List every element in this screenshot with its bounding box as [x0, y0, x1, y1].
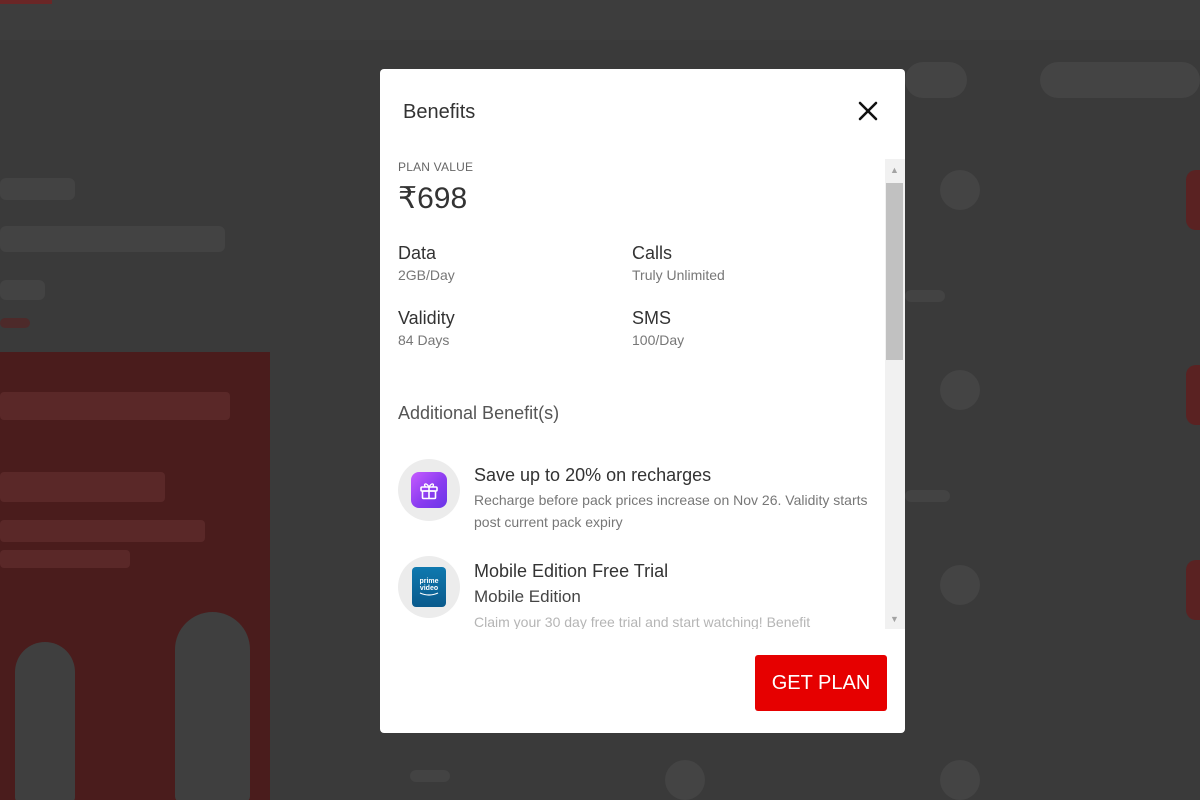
prime-video-icon: prime video [412, 567, 446, 607]
background-text-line [905, 290, 945, 302]
background-dot [940, 760, 980, 800]
background-side-tab [1186, 365, 1200, 425]
background-header [0, 0, 1200, 40]
benefits-scroll-area[interactable]: PLAN VALUE ₹698 Data 2GB/Day Calls Truly… [398, 159, 883, 629]
benefit-title: Mobile Edition Free Trial [474, 561, 669, 581]
additional-benefits-title: Additional Benefit(s) [398, 403, 560, 423]
background-text-line [0, 226, 225, 252]
background-text-line [0, 280, 45, 300]
scroll-up-arrow-icon[interactable]: ▲ [890, 165, 899, 175]
spec-validity-label: Validity [398, 308, 455, 328]
background-side-tab [1186, 560, 1200, 620]
gift-icon [411, 472, 447, 508]
spec-data-label: Data [398, 243, 437, 263]
video-icon-text: video [419, 584, 439, 592]
background-dot [940, 170, 980, 210]
background-nav-pill [905, 62, 967, 98]
background-promo-banner [0, 352, 270, 800]
scrollbar-thumb[interactable] [886, 183, 903, 360]
background-dot [665, 760, 705, 800]
benefit-description: Claim your 30 day free trial and start w… [474, 614, 811, 629]
spec-sms-value: 100/Day [632, 332, 685, 348]
background-dot [940, 370, 980, 410]
benefits-modal: Benefits PLAN VALUE ₹698 Data 2GB/Day Ca… [380, 69, 905, 733]
get-plan-button[interactable]: GET PLAN [755, 655, 887, 711]
background-text-line [905, 490, 950, 502]
plan-value-label: PLAN VALUE [398, 160, 474, 174]
background-nav-pill [1040, 62, 1200, 98]
prime-icon-text: prime [419, 577, 439, 585]
background-dot [940, 565, 980, 605]
background-text-line [0, 318, 30, 328]
scroll-down-arrow-icon[interactable]: ▼ [890, 614, 899, 624]
spec-sms-label: SMS [632, 308, 672, 328]
benefit-description: Recharge before pack prices increase on … [474, 492, 868, 530]
modal-title: Benefits [403, 101, 476, 123]
close-icon [858, 101, 878, 121]
spec-validity-value: 84 Days [398, 332, 450, 348]
scrollbar[interactable]: ▲ ▼ [882, 159, 905, 629]
background-text-line [410, 770, 450, 782]
close-button[interactable] [854, 97, 882, 125]
spec-data-value: 2GB/Day [398, 267, 455, 283]
spec-calls-value: Truly Unlimited [632, 267, 725, 283]
spec-calls-label: Calls [632, 243, 673, 263]
benefit-icon-circle [398, 459, 460, 521]
benefit-title: Save up to 20% on recharges [474, 465, 712, 485]
background-logo-strip [0, 0, 52, 4]
benefit-subtitle: Mobile Edition [474, 587, 581, 606]
benefit-icon-circle: prime video [398, 556, 460, 618]
background-text-line [0, 178, 75, 200]
plan-price: ₹698 [398, 182, 468, 215]
background-side-tab [1186, 170, 1200, 230]
